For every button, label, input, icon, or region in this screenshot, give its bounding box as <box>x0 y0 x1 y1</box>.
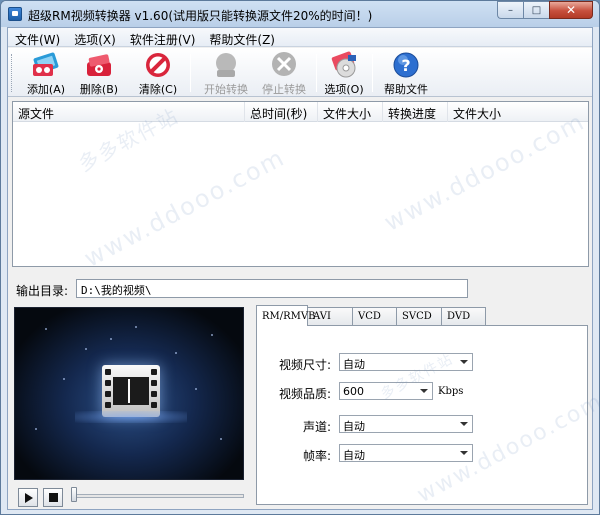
options-disc-icon <box>328 50 360 80</box>
app-window: 超级RM视频转换器 v1.60(试用版只能转换源文件20%的时间！) – □ ✕… <box>0 0 600 515</box>
menu-options[interactable]: 选项(X) <box>67 28 123 47</box>
video-preview <box>14 307 244 480</box>
seek-track[interactable] <box>71 494 244 498</box>
start-convert-label: 开始转换 <box>204 83 248 96</box>
close-icon: ✕ <box>565 3 577 17</box>
chevron-down-icon <box>420 389 428 393</box>
help-icon: ? <box>390 50 422 80</box>
menu-register[interactable]: 软件注册(V) <box>123 28 203 47</box>
toolbar-grip[interactable] <box>11 54 14 92</box>
clear-button[interactable]: 清除(C) <box>134 50 182 96</box>
add-button-label: 添加(A) <box>26 83 66 96</box>
star <box>211 334 213 336</box>
client-area: 文件(W) 选项(X) 软件注册(V) 帮助文件(Z) 添加(A) 删除(B) … <box>7 27 599 510</box>
toolbar: 添加(A) 删除(B) 清除(C) 开始转换 停止转换 选项(O) ? 帮助文件 <box>8 48 592 97</box>
toolbar-separator <box>190 54 191 92</box>
star <box>110 338 112 340</box>
output-dir-label: 输出目录: <box>16 284 69 298</box>
clear-button-label: 清除(C) <box>138 83 178 96</box>
help-button-label: 帮助文件 <box>384 83 428 96</box>
svg-text:?: ? <box>401 56 410 75</box>
delete-button[interactable]: 删除(B) <box>75 50 123 96</box>
delete-video-icon <box>83 50 115 80</box>
star <box>85 348 87 350</box>
maximize-icon: □ <box>531 4 542 16</box>
add-video-icon <box>30 50 62 80</box>
bitrate-unit: Kbps <box>438 386 464 397</box>
star <box>63 378 65 380</box>
window-controls: – □ ✕ <box>497 1 593 20</box>
star <box>135 326 137 328</box>
tab-vcd[interactable]: VCD <box>352 307 397 326</box>
start-convert-icon <box>210 50 242 80</box>
film-strip-icon <box>102 365 160 417</box>
star <box>220 438 222 440</box>
toolbar-separator <box>372 54 373 92</box>
tab-svcd[interactable]: SVCD <box>396 307 442 326</box>
close-button[interactable]: ✕ <box>549 1 593 19</box>
star <box>195 388 197 390</box>
audio-channel-label: 声道: <box>302 420 331 434</box>
column-file-size[interactable]: 文件大小 <box>318 102 383 122</box>
reflection <box>75 411 187 423</box>
stop-icon <box>48 493 58 502</box>
audio-channel-select[interactable]: 自动 <box>339 415 473 433</box>
video-quality-value: 600 <box>343 385 364 398</box>
menu-bar: 文件(W) 选项(X) 软件注册(V) 帮助文件(Z) <box>8 28 592 47</box>
window-title: 超级RM视频转换器 v1.60(试用版只能转换源文件20%的时间！) <box>28 9 373 23</box>
title-bar[interactable]: 超级RM视频转换器 v1.60(试用版只能转换源文件20%的时间！) – □ ✕ <box>1 1 599 27</box>
toolbar-separator <box>316 54 317 92</box>
seek-slider-thumb[interactable] <box>71 487 77 502</box>
file-list-header: 源文件 总时间(秒) 文件大小 转换进度 文件大小 <box>13 102 588 122</box>
menu-help[interactable]: 帮助文件(Z) <box>202 28 282 47</box>
format-tabs: RM/RMVB AVI VCD SVCD DVD <box>256 305 486 326</box>
chevron-down-icon <box>460 422 468 426</box>
stop-convert-button[interactable]: 停止转换 <box>256 50 312 96</box>
stop-convert-label: 停止转换 <box>262 83 306 96</box>
delete-button-label: 删除(B) <box>79 83 119 96</box>
video-size-value: 自动 <box>343 358 365 371</box>
watermark: www.ddooo.com <box>379 107 589 237</box>
stop-convert-icon <box>268 50 300 80</box>
rm-settings-panel: 视频尺寸: 自动 视频品质: 600 Kbps 声道: 自动 帧率: 自动 多多… <box>256 325 599 508</box>
start-convert-button[interactable]: 开始转换 <box>198 50 254 96</box>
chevron-down-icon <box>460 451 468 455</box>
column-source-file[interactable]: 源文件 <box>13 102 245 122</box>
stop-button[interactable] <box>43 488 63 507</box>
options-button-label: 选项(O) <box>324 83 364 96</box>
menu-file[interactable]: 文件(W) <box>8 28 67 47</box>
add-button[interactable]: 添加(A) <box>22 50 70 96</box>
tab-dvd[interactable]: DVD <box>441 307 486 326</box>
star <box>45 328 47 330</box>
app-icon[interactable] <box>8 7 22 21</box>
help-button[interactable]: ? 帮助文件 <box>380 50 432 96</box>
column-progress[interactable]: 转换进度 <box>383 102 448 122</box>
frame-rate-value: 自动 <box>343 449 365 462</box>
clear-icon <box>142 50 174 80</box>
column-total-time[interactable]: 总时间(秒) <box>245 102 318 122</box>
star <box>175 352 177 354</box>
play-button[interactable] <box>18 488 38 507</box>
video-quality-label: 视频品质: <box>278 387 331 401</box>
maximize-button[interactable]: □ <box>523 1 549 19</box>
chevron-down-icon <box>460 360 468 364</box>
options-button[interactable]: 选项(O) <box>322 50 366 96</box>
file-list[interactable]: 源文件 总时间(秒) 文件大小 转换进度 文件大小 多多软件站 www.ddoo… <box>12 101 589 267</box>
tab-rm-rmvb[interactable]: RM/RMVB <box>256 305 315 326</box>
output-dir-input[interactable]: D:\我的视频\ <box>76 279 468 298</box>
audio-channel-value: 自动 <box>343 420 365 433</box>
star <box>35 428 37 430</box>
video-size-label: 视频尺寸: <box>278 358 331 372</box>
frame-rate-select[interactable]: 自动 <box>339 444 473 462</box>
minimize-button[interactable]: – <box>497 1 523 19</box>
frame-rate-label: 帧率: <box>302 449 331 463</box>
minimize-icon: – <box>508 4 513 16</box>
play-icon <box>25 492 33 503</box>
